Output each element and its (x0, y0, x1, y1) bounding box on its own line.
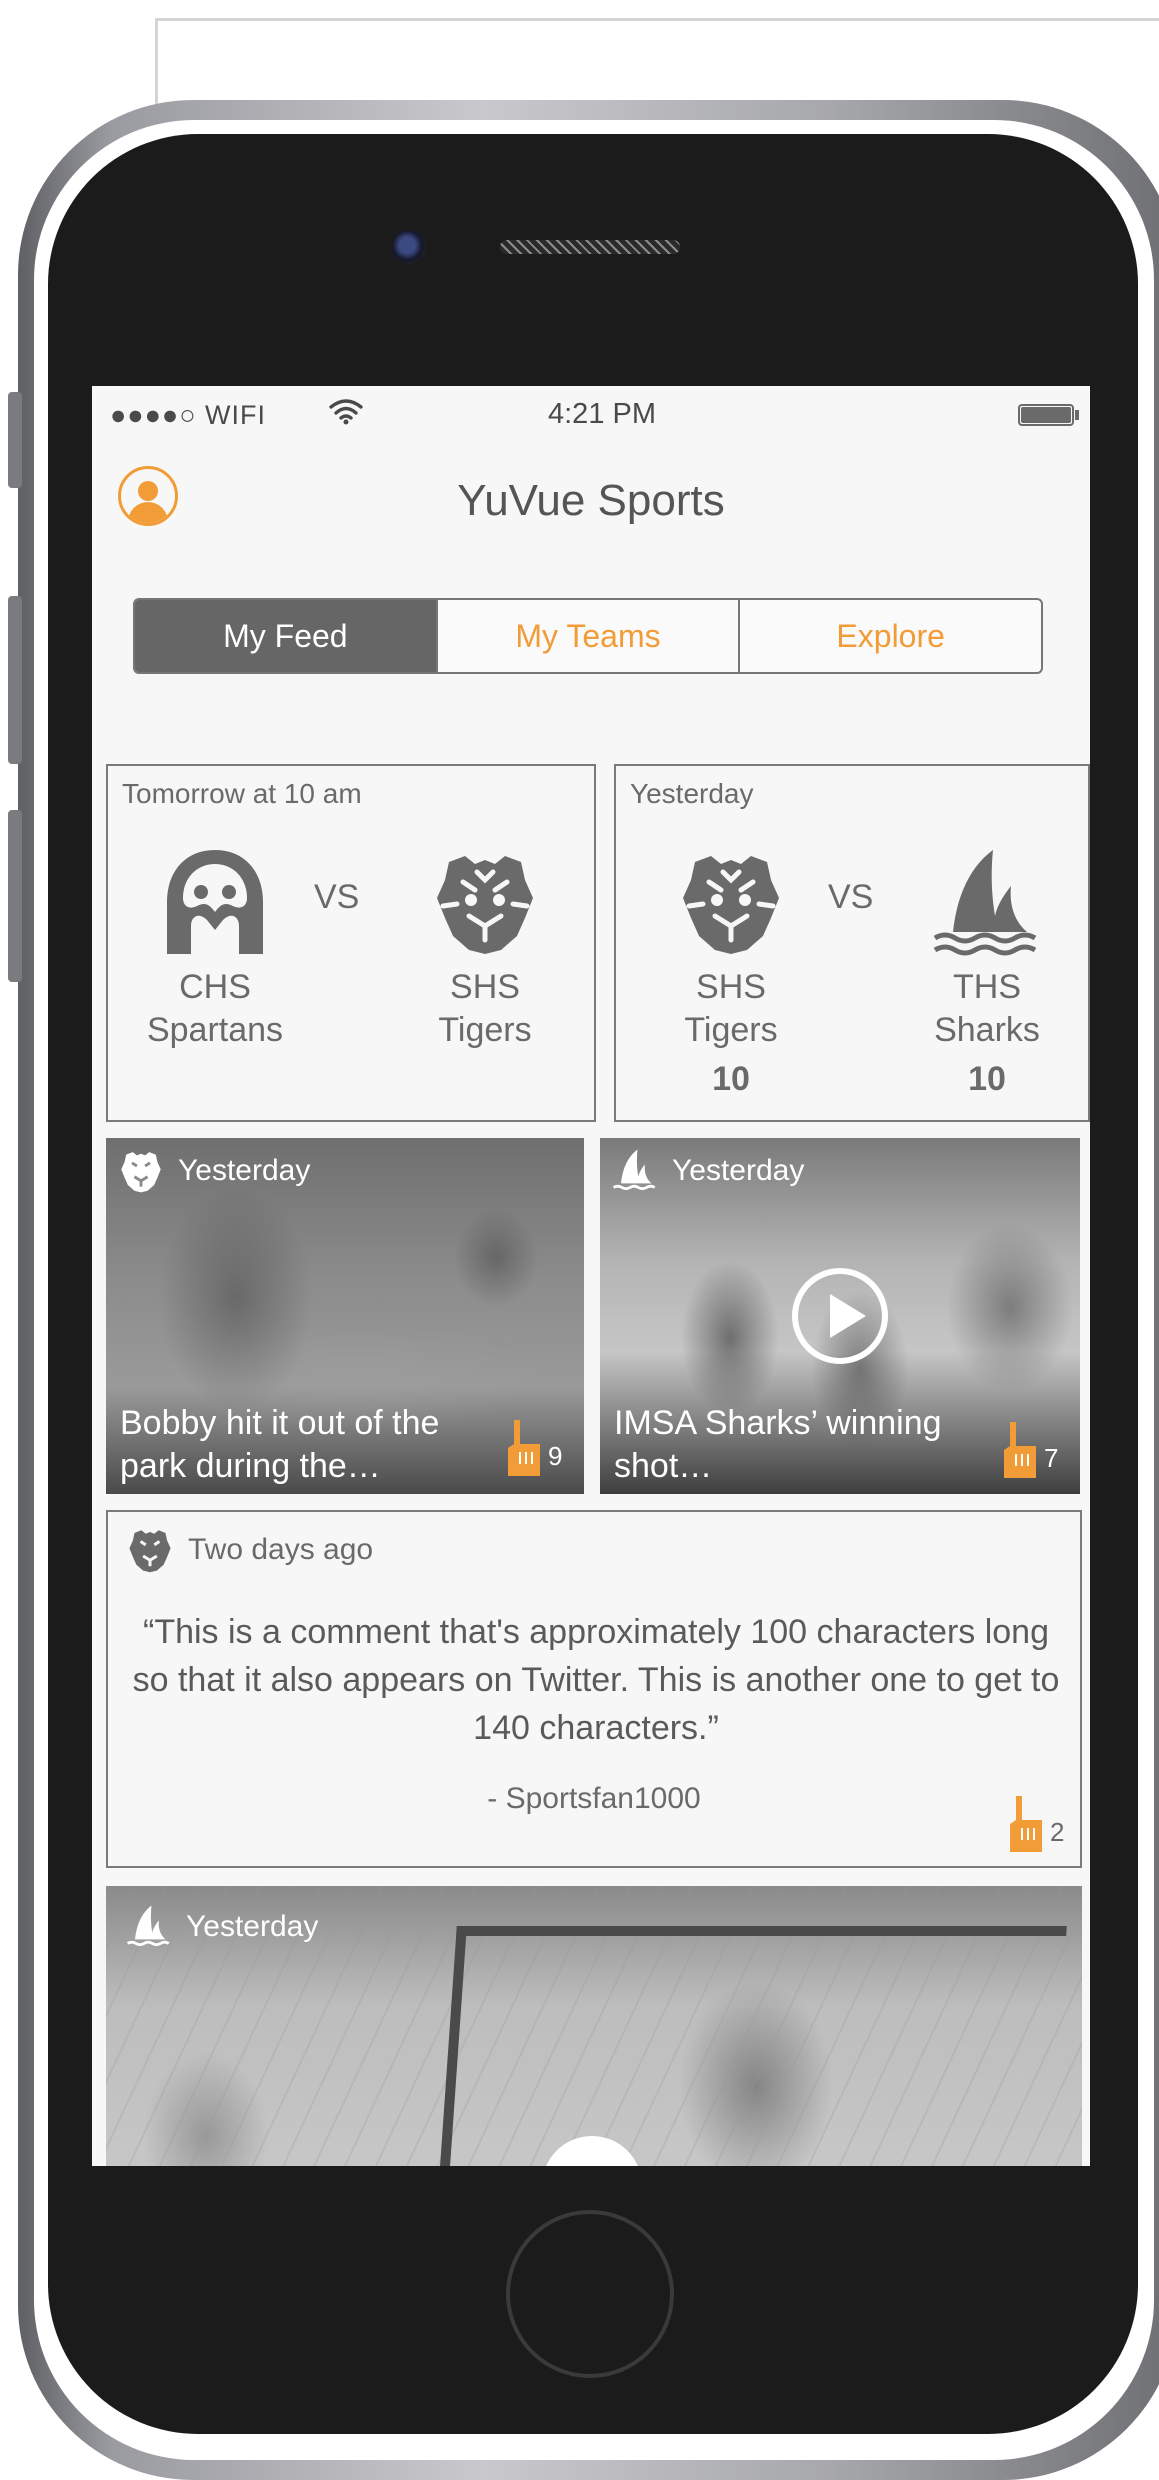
like-count: 9 (548, 1441, 563, 1471)
app-title: YuVue Sports (457, 476, 725, 525)
home-team: SHS Tigers 10 (646, 846, 816, 1099)
team-mascot: Spartans (146, 1011, 284, 1049)
media-header: Yesterday (612, 1148, 804, 1194)
team-score: 10 (968, 1060, 1006, 1098)
front-camera (392, 230, 426, 264)
tab-explore[interactable]: Explore (738, 600, 1041, 672)
wifi-icon (329, 399, 363, 425)
media-card-video-partial[interactable]: Yesterday (106, 1886, 1082, 2166)
media-time: Yesterday (672, 1154, 805, 1187)
media-time: Yesterday (178, 1154, 311, 1187)
game-card-final[interactable]: Yesterday SHS Tigers 10 VS THS Sharks 10 (614, 764, 1090, 1122)
like-count: 2 (1050, 1817, 1065, 1847)
play-icon[interactable] (792, 1268, 888, 1364)
shark-icon (126, 1905, 170, 1947)
home-button[interactable] (506, 2210, 674, 2378)
game-time: Tomorrow at 10 am (122, 778, 362, 809)
tab-my-teams[interactable]: My Teams (435, 600, 739, 672)
game-time: Yesterday (630, 778, 754, 809)
comment-time: Two days ago (188, 1533, 374, 1566)
app-screen: ●●●●○ WIFI 4:21 PM YuVue Sports My Feed … (92, 386, 1090, 2166)
comment-author: - Sportsfan1000 (487, 1782, 701, 1815)
annotation-line (155, 18, 1159, 21)
volume-down-button (8, 810, 22, 982)
carrier-label: ●●●●○ WIFI (110, 400, 267, 430)
tiger-icon (683, 856, 779, 954)
media-header: Yesterday (118, 1148, 310, 1194)
battery-icon (1018, 404, 1074, 426)
like-button[interactable]: 9 (504, 1418, 562, 1478)
foam-finger-icon (508, 1420, 540, 1476)
battery-tip (1075, 410, 1079, 420)
feed-tabs: My Feed My Teams Explore (133, 598, 1043, 674)
comment-text: “This is a comment that's approximately … (132, 1613, 1060, 1747)
team-abbr: SHS (696, 968, 766, 1006)
media-header: Yesterday (126, 1904, 318, 1950)
hockey-goal (435, 1926, 1067, 2166)
team-abbr: SHS (450, 968, 520, 1006)
mute-switch (8, 392, 22, 488)
game-card-upcoming[interactable]: Tomorrow at 10 am CHS Spartans VS SHS Tige… (106, 764, 596, 1122)
status-bar: ●●●●○ WIFI 4:21 PM (92, 386, 1090, 446)
team-mascot: Sharks (934, 1011, 1040, 1049)
tab-my-feed[interactable]: My Feed (135, 600, 436, 672)
home-team: CHS Spartans (130, 846, 300, 1052)
tiger-icon (121, 1152, 161, 1193)
media-caption: IMSA Sharks’ winning shot… (614, 1404, 942, 1485)
like-count: 7 (1044, 1443, 1059, 1473)
foam-finger-icon (1004, 1422, 1036, 1478)
team-abbr: CHS (179, 968, 251, 1006)
media-caption: Bobby hit it out of the park during the… (120, 1404, 440, 1485)
shark-icon (933, 850, 1037, 956)
away-team: THS Sharks 10 (902, 846, 1072, 1099)
media-card-video[interactable]: Yesterday IMSA Sharks’ winning shot… 7 (600, 1138, 1080, 1494)
tiger-icon (129, 1530, 171, 1573)
spartan-helmet-icon (167, 850, 263, 954)
team-abbr: THS (953, 968, 1021, 1006)
shark-icon (612, 1149, 656, 1191)
like-button[interactable]: 7 (1000, 1420, 1058, 1480)
team-score: 10 (712, 1060, 750, 1098)
status-time: 4:21 PM (548, 398, 656, 430)
volume-up-button (8, 596, 22, 764)
like-button[interactable]: 2 (1006, 1794, 1064, 1854)
foam-finger-icon (1010, 1796, 1042, 1852)
away-team: SHS Tigers (400, 846, 570, 1052)
earpiece-speaker (500, 240, 680, 254)
vs-label: VS (314, 878, 360, 916)
vs-label: VS (828, 878, 874, 916)
team-mascot: Tigers (684, 1011, 778, 1049)
media-time: Yesterday (186, 1910, 319, 1943)
media-card-photo[interactable]: Yesterday Bobby hit it out of the park d… (106, 1138, 584, 1494)
tiger-icon (437, 856, 533, 954)
comment-card[interactable]: Two days ago “This is a comment that's a… (106, 1510, 1082, 1868)
comment-header: Two days ago (126, 1526, 373, 1574)
team-mascot: Tigers (438, 1011, 532, 1049)
